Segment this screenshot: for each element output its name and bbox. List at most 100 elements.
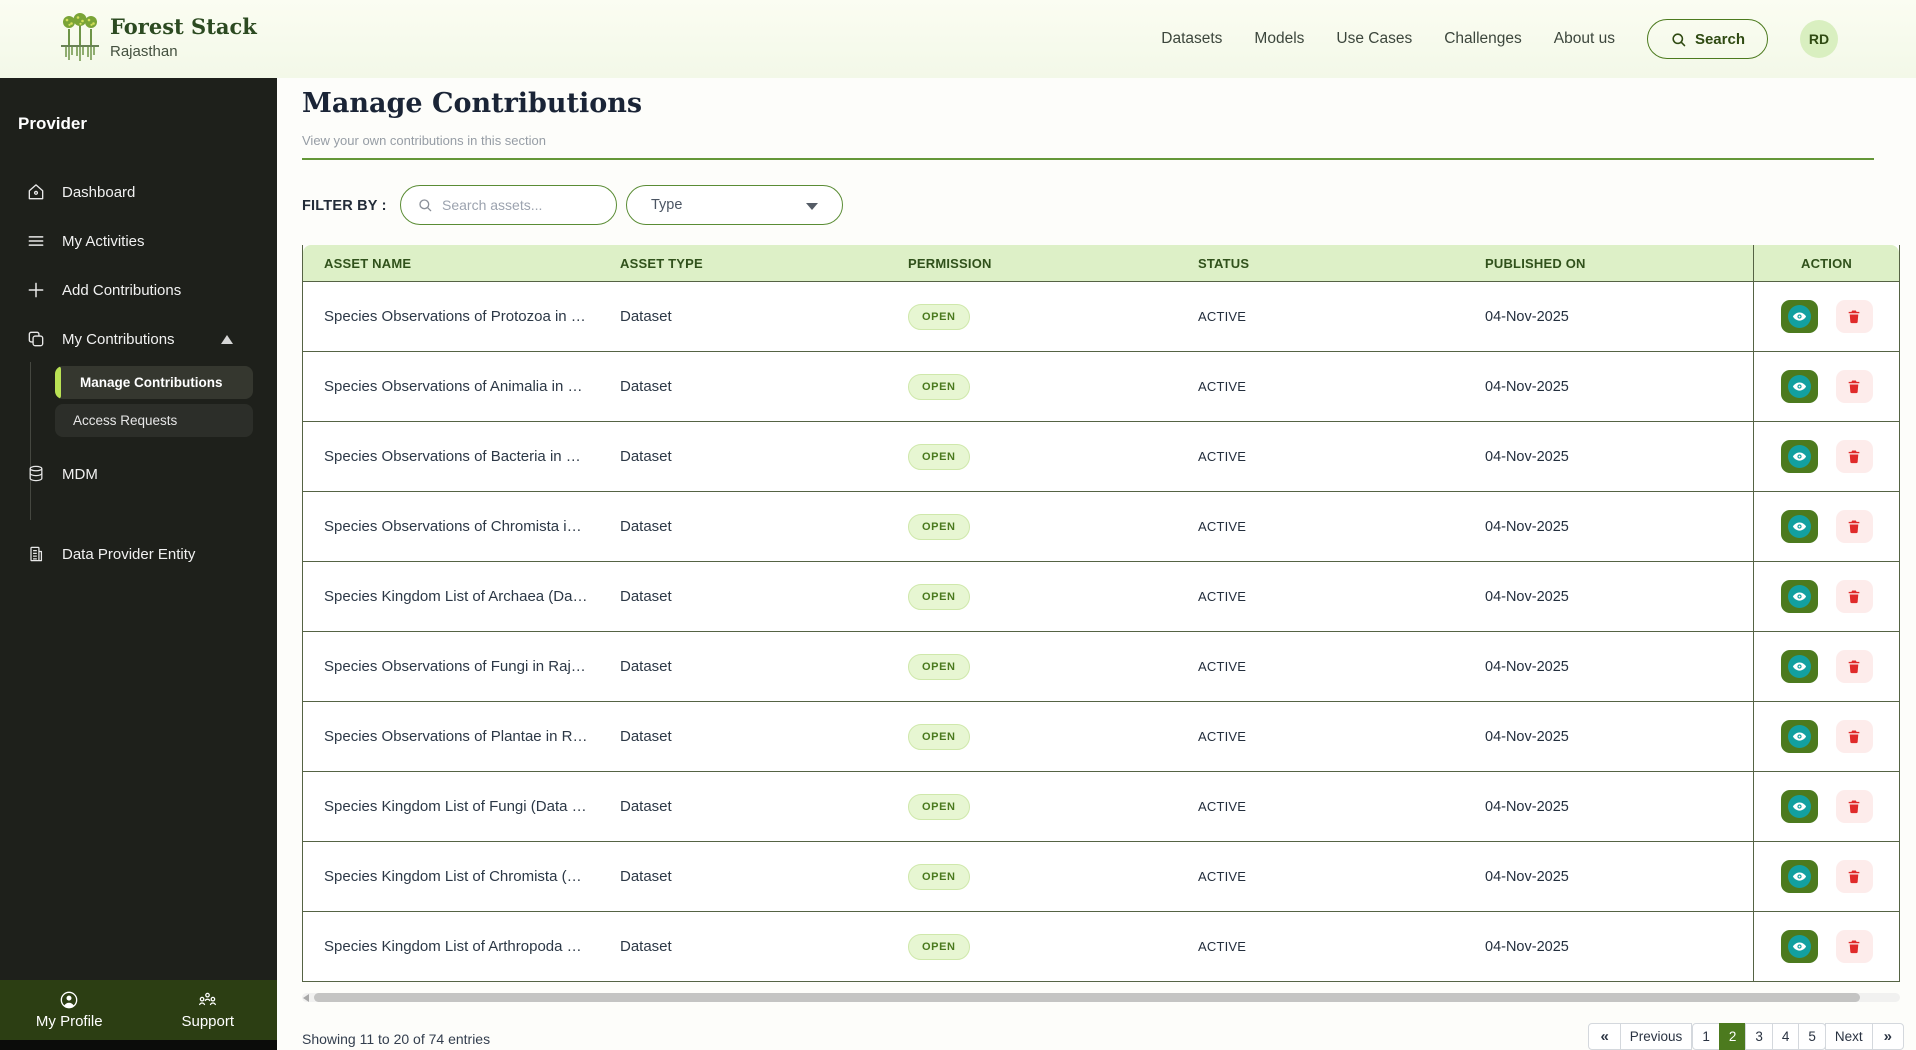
nav-datasets[interactable]: Datasets: [1161, 30, 1222, 48]
permission-badge: OPEN: [908, 303, 970, 330]
delete-button[interactable]: [1835, 510, 1873, 543]
sidebar: Provider Dashboard My Activities Add Con…: [0, 78, 277, 1050]
eye-icon: [1787, 795, 1811, 818]
asset-name-cell[interactable]: Species Kingdom List of Chromista (…: [303, 868, 620, 885]
action-row: [1754, 492, 1899, 562]
page-title: Manage Contributions: [302, 88, 643, 119]
action-body: [1754, 282, 1899, 982]
horizontal-scrollbar[interactable]: [302, 993, 1900, 1002]
asset-type-cell: Dataset: [620, 448, 672, 465]
pagination-page-button[interactable]: 2: [1718, 1023, 1747, 1050]
sidebar-item-dashboard[interactable]: Dashboard: [0, 168, 277, 216]
sidebar-item-my-activities[interactable]: My Activities: [0, 217, 277, 265]
pagination-page-button[interactable]: 4: [1771, 1023, 1800, 1050]
status-cell: ACTIVE: [1198, 309, 1247, 324]
delete-button[interactable]: [1835, 790, 1873, 823]
nav-about-us[interactable]: About us: [1554, 30, 1615, 48]
eye-icon: [1787, 305, 1811, 328]
delete-button[interactable]: [1835, 650, 1873, 683]
trash-icon: [1846, 518, 1862, 535]
published-on-cell: 04-Nov-2025: [1485, 728, 1569, 745]
permission-badge: OPEN: [908, 653, 970, 680]
delete-button[interactable]: [1835, 300, 1873, 333]
chevron-up-icon[interactable]: [221, 334, 233, 344]
app-header: Forest Stack Rajasthan Datasets Models U…: [0, 0, 1916, 78]
cube-icon: [26, 329, 46, 349]
view-button[interactable]: [1780, 580, 1818, 613]
active-indicator-bar: [55, 366, 61, 399]
asset-name-cell[interactable]: Species Observations of Bacteria in …: [303, 448, 620, 465]
delete-button[interactable]: [1835, 720, 1873, 753]
view-button[interactable]: [1780, 860, 1818, 893]
delete-button[interactable]: [1835, 580, 1873, 613]
search-button[interactable]: Search: [1646, 19, 1768, 59]
delete-button[interactable]: [1835, 440, 1873, 473]
nav-challenges[interactable]: Challenges: [1444, 30, 1522, 48]
delete-button[interactable]: [1835, 860, 1873, 893]
asset-name-cell[interactable]: Species Kingdom List of Archaea (Da…: [303, 588, 620, 605]
view-button[interactable]: [1780, 510, 1818, 543]
asset-name-cell[interactable]: Species Observations of Protozoa in …: [303, 308, 620, 325]
pagination-last-button[interactable]: »: [1871, 1023, 1904, 1050]
sidebar-item-add-contributions[interactable]: Add Contributions: [0, 266, 277, 314]
asset-name-cell[interactable]: Species Observations of Chromista i…: [303, 518, 620, 535]
pagination-page-button[interactable]: 1: [1692, 1023, 1720, 1050]
type-filter-dropdown[interactable]: Type: [626, 185, 843, 225]
view-button[interactable]: [1780, 720, 1818, 753]
search-assets-input[interactable]: [442, 197, 592, 213]
database-icon: [26, 464, 46, 484]
sidebar-item-data-provider-entity[interactable]: Data Provider Entity: [0, 530, 277, 578]
action-row: [1754, 282, 1899, 352]
asset-name-cell[interactable]: Species Kingdom List of Fungi (Data …: [303, 798, 620, 815]
trash-icon: [1846, 588, 1862, 605]
status-cell: ACTIVE: [1198, 799, 1247, 814]
view-button[interactable]: [1780, 790, 1818, 823]
action-row: [1754, 562, 1899, 632]
people-group-icon: [197, 990, 218, 1010]
scrollbar-thumb[interactable]: [314, 993, 1860, 1002]
my-profile-button[interactable]: My Profile: [0, 980, 139, 1040]
table-row: Species Observations of Plantae in R… Da…: [303, 702, 1753, 772]
permission-badge: OPEN: [908, 513, 970, 540]
support-button[interactable]: Support: [139, 980, 278, 1040]
pagination-page-button[interactable]: 3: [1745, 1023, 1773, 1050]
view-button[interactable]: [1780, 930, 1818, 963]
trash-icon: [1846, 378, 1862, 395]
eye-icon: [1787, 725, 1811, 748]
brand[interactable]: Forest Stack Rajasthan: [60, 11, 257, 63]
status-cell: ACTIVE: [1198, 379, 1247, 394]
sidebar-item-manage-contributions[interactable]: Manage Contributions: [55, 366, 253, 399]
sidebar-item-access-requests[interactable]: Access Requests: [55, 404, 253, 437]
scroll-left-arrow-icon[interactable]: [303, 994, 309, 1002]
title-divider: [302, 158, 1874, 160]
asset-name-cell[interactable]: Species Kingdom List of Arthropoda …: [303, 938, 620, 955]
pagination-next-button[interactable]: Next: [1824, 1023, 1873, 1050]
pagination-previous-button[interactable]: Previous: [1619, 1023, 1693, 1050]
delete-button[interactable]: [1835, 370, 1873, 403]
view-button[interactable]: [1780, 650, 1818, 683]
sidebar-item-my-contributions[interactable]: My Contributions: [0, 315, 277, 363]
nav-models[interactable]: Models: [1254, 30, 1304, 48]
col-asset-type: ASSET TYPE: [620, 255, 703, 271]
asset-type-cell: Dataset: [620, 308, 672, 325]
view-button[interactable]: [1780, 300, 1818, 333]
nav-use-cases[interactable]: Use Cases: [1336, 30, 1412, 48]
sidebar-bottom-strip: [0, 1040, 277, 1050]
col-asset-name: ASSET NAME: [324, 255, 412, 271]
pagination-first-button[interactable]: «: [1588, 1023, 1621, 1050]
asset-name-cell[interactable]: Species Observations of Plantae in R…: [303, 728, 620, 745]
status-cell: ACTIVE: [1198, 869, 1247, 884]
trash-icon: [1846, 658, 1862, 675]
view-button[interactable]: [1780, 440, 1818, 473]
action-row: [1754, 702, 1899, 772]
asset-name-cell[interactable]: Species Observations of Animalia in …: [303, 378, 620, 395]
view-button[interactable]: [1780, 370, 1818, 403]
asset-name-cell[interactable]: Species Observations of Fungi in Raj…: [303, 658, 620, 675]
sidebar-item-mdm[interactable]: MDM: [0, 450, 277, 498]
avatar[interactable]: RD: [1800, 20, 1838, 58]
delete-button[interactable]: [1835, 930, 1873, 963]
published-on-cell: 04-Nov-2025: [1485, 588, 1569, 605]
pagination-page-button[interactable]: 5: [1798, 1023, 1826, 1050]
published-on-cell: 04-Nov-2025: [1485, 448, 1569, 465]
eye-icon: [1787, 585, 1811, 608]
